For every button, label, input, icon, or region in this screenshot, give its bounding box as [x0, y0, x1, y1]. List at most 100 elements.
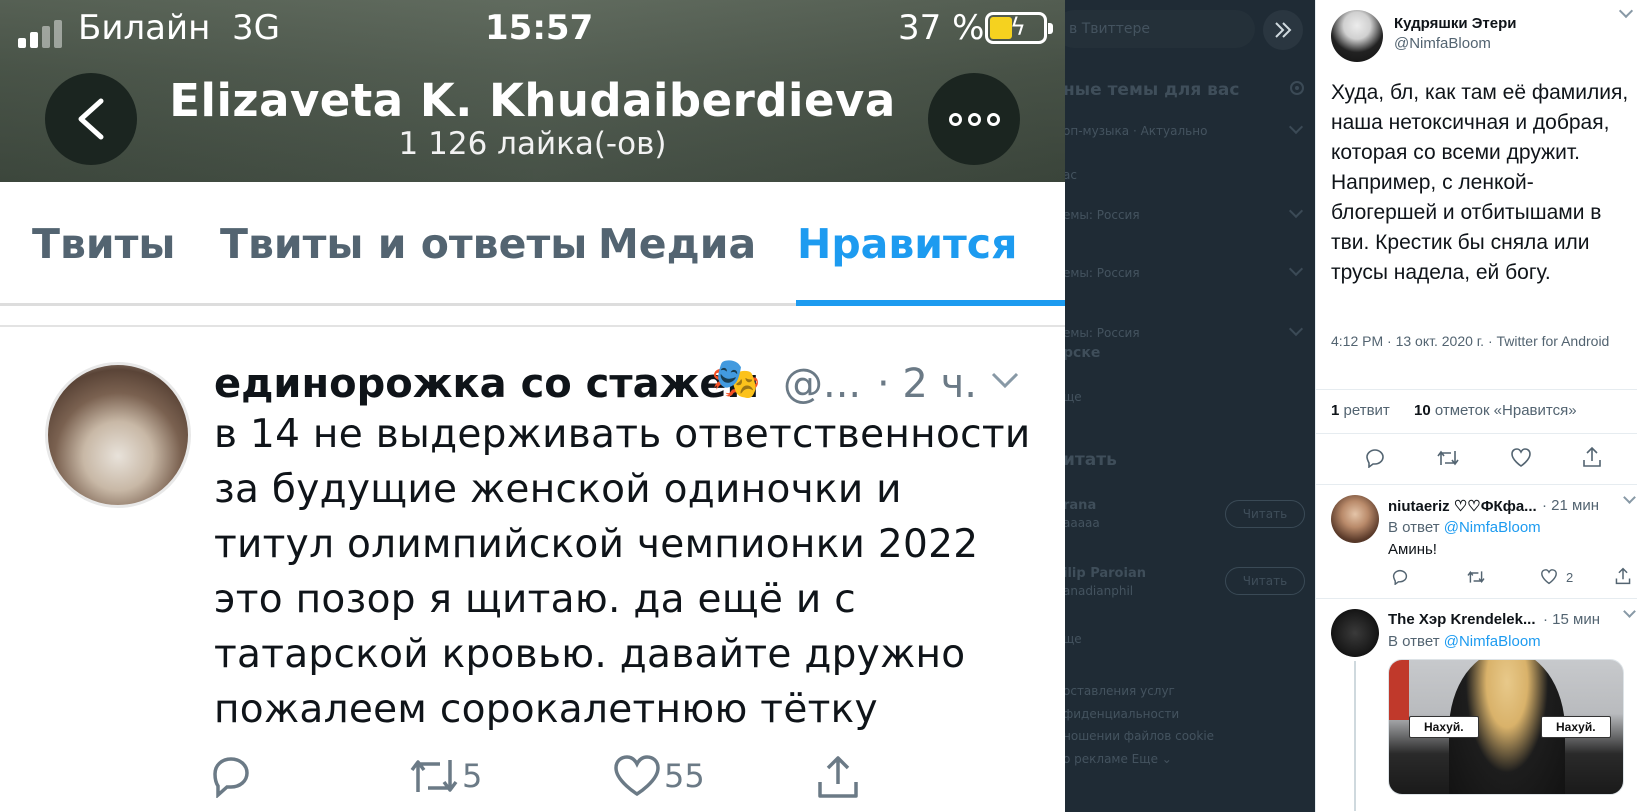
heart-icon: [1511, 448, 1531, 467]
search-placeholder: в Твиттере: [1069, 21, 1151, 37]
reply-time: · 21 мин: [1542, 497, 1599, 514]
show-more-link[interactable]: ще: [1065, 390, 1082, 404]
reply-button[interactable]: [1364, 448, 1386, 468]
trend-item[interactable]: емы: Россия: [1065, 266, 1140, 280]
avatar[interactable]: [1331, 10, 1383, 62]
chevron-down-icon[interactable]: [1288, 119, 1304, 135]
heart-icon: [1541, 569, 1557, 585]
dot-icon: [948, 112, 962, 126]
reply-icon: [1366, 449, 1384, 468]
liked-tweet[interactable]: единорожка со стажем 🎭 @... · 2 ч. в 14 …: [0, 327, 1065, 812]
share-icon: [1615, 567, 1631, 585]
mention-link[interactable]: @NimfaBloom: [1444, 519, 1541, 536]
tweet-actions: [1316, 440, 1637, 476]
tab-media[interactable]: Медиа: [598, 220, 756, 268]
tab-likes[interactable]: Нравится: [797, 220, 1017, 268]
reply-author[interactable]: The Хэр Krendelek...: [1388, 611, 1536, 628]
mention-link[interactable]: @NimfaBloom: [1444, 633, 1541, 650]
dimmed-sidebar: в Твиттере ные темы для вас оп-музыка · …: [1065, 0, 1315, 812]
avatar[interactable]: [1331, 609, 1379, 657]
like-button[interactable]: 55: [612, 754, 705, 798]
follow-button[interactable]: Читать: [1225, 500, 1305, 528]
chevron-down-icon[interactable]: [1623, 491, 1636, 504]
reply-author[interactable]: niutaeriz ♡♡ФКфа...: [1388, 497, 1537, 515]
tab-tweets-replies[interactable]: Твиты и ответы: [220, 220, 587, 268]
status-time: 15:57: [485, 8, 594, 48]
chevron-down-icon[interactable]: [990, 365, 1020, 395]
media-image[interactable]: Нахуй. Нахуй.: [1388, 659, 1624, 795]
tweet-author[interactable]: Кудряшки Этери: [1394, 15, 1517, 32]
retweets-stat[interactable]: 1 ретвит: [1331, 402, 1390, 419]
retweet-button[interactable]: [1436, 448, 1460, 468]
footer-link[interactable]: фиденциальности: [1065, 707, 1179, 721]
chevron-down-icon[interactable]: [1288, 321, 1304, 337]
reply-time: · 15 мин: [1543, 611, 1600, 628]
tweet-stats: 1 ретвит 10 отметок «Нравится»: [1316, 389, 1637, 434]
reply-button[interactable]: [207, 754, 253, 798]
share-button[interactable]: [1581, 446, 1603, 468]
tweet-author[interactable]: единорожка со стажем: [214, 361, 759, 407]
chevron-down-icon[interactable]: [1288, 203, 1304, 219]
reply-tweet[interactable]: niutaeriz ♡♡ФКфа... · 21 мин В ответ @Ni…: [1316, 484, 1637, 598]
trend-item[interactable]: ас: [1065, 168, 1077, 182]
tweet-detail: Кудряшки Этери @NimfaBloom Худа, бл, как…: [1315, 0, 1637, 812]
like-button[interactable]: 2: [1540, 569, 1573, 585]
more-button[interactable]: [928, 73, 1020, 165]
retweet-button[interactable]: [1466, 569, 1486, 585]
gear-icon[interactable]: [1287, 78, 1307, 98]
image-caption: Нахуй.: [1541, 716, 1611, 738]
carrier-label: Билайн 3G: [78, 8, 280, 48]
retweet-icon: [1437, 450, 1459, 466]
likes-stat[interactable]: 10 отметок «Нравится»: [1414, 402, 1577, 419]
trend-item[interactable]: емы: Россия: [1065, 326, 1140, 340]
trend-item[interactable]: оп-музыка · Актуально: [1065, 124, 1207, 138]
trends-title: ные темы для вас: [1065, 80, 1240, 100]
image-detail: [1389, 660, 1409, 720]
like-count: 55: [664, 757, 705, 795]
footer-link[interactable]: ношении файлов cookie: [1065, 729, 1214, 743]
trend-name[interactable]: рске: [1065, 345, 1100, 361]
tab-tweets[interactable]: Твиты: [32, 220, 175, 268]
tweet-text: в 14 не выдерживать ответственности за б…: [214, 412, 1031, 732]
profile-name: Elizaveta K. Khudaiberdieva: [169, 74, 896, 127]
share-button[interactable]: [815, 754, 861, 800]
footer-link[interactable]: о рекламе Еще ⌄: [1065, 752, 1172, 766]
footer-link[interactable]: оставления услуг: [1065, 684, 1175, 698]
follow-button[interactable]: Читать: [1225, 567, 1305, 595]
phone-screenshot: Билайн 3G 15:57 37 % ϟ Elizaveta K. Khud…: [0, 0, 1065, 812]
avatar[interactable]: [45, 362, 191, 508]
chevron-down-icon[interactable]: [1288, 261, 1304, 277]
retweet-count: 5: [462, 757, 483, 795]
trend-item[interactable]: емы: Россия: [1065, 208, 1140, 222]
like-count: 2: [1566, 569, 1574, 585]
tweet-handle[interactable]: @...: [783, 361, 861, 407]
battery-icon: ϟ: [985, 12, 1053, 44]
chevron-down-icon[interactable]: [1618, 3, 1634, 19]
account-name[interactable]: rana: [1065, 498, 1096, 513]
retweet-button[interactable]: 5: [408, 754, 482, 798]
reply-button[interactable]: [1391, 569, 1409, 585]
account-handle: aaaaa: [1065, 516, 1100, 530]
chevron-down-icon[interactable]: [1623, 605, 1636, 618]
reply-tweet[interactable]: The Хэр Krendelek... · 15 мин В ответ @N…: [1316, 598, 1637, 812]
theater-masks-icon: 🎭: [711, 356, 761, 402]
retweet-icon: [410, 760, 458, 792]
share-button[interactable]: [1614, 567, 1632, 585]
avatar[interactable]: [1331, 495, 1379, 543]
account-name[interactable]: ilip Paroian: [1065, 566, 1146, 581]
reply-text: Аминь!: [1388, 541, 1437, 558]
like-button[interactable]: [1510, 448, 1532, 468]
reply-icon: [1392, 569, 1408, 585]
show-more-link[interactable]: ще: [1065, 632, 1082, 646]
reply-to: В ответ @NimfaBloom: [1388, 519, 1541, 536]
active-tab-indicator: [796, 300, 1065, 306]
battery-percent: 37 %: [898, 8, 985, 48]
thread-line: [1354, 661, 1356, 811]
tweet-time: · 2 ч.: [877, 361, 977, 407]
search-input[interactable]: в Твиттере: [1065, 10, 1255, 48]
image-caption: Нахуй.: [1409, 716, 1479, 738]
retweet-icon: [1467, 571, 1485, 583]
tweet-meta: 4:12 PM · 13 окт. 2020 г. · Twitter for …: [1331, 333, 1610, 349]
tweet-handle[interactable]: @NimfaBloom: [1394, 35, 1491, 52]
expand-button[interactable]: [1263, 10, 1303, 50]
